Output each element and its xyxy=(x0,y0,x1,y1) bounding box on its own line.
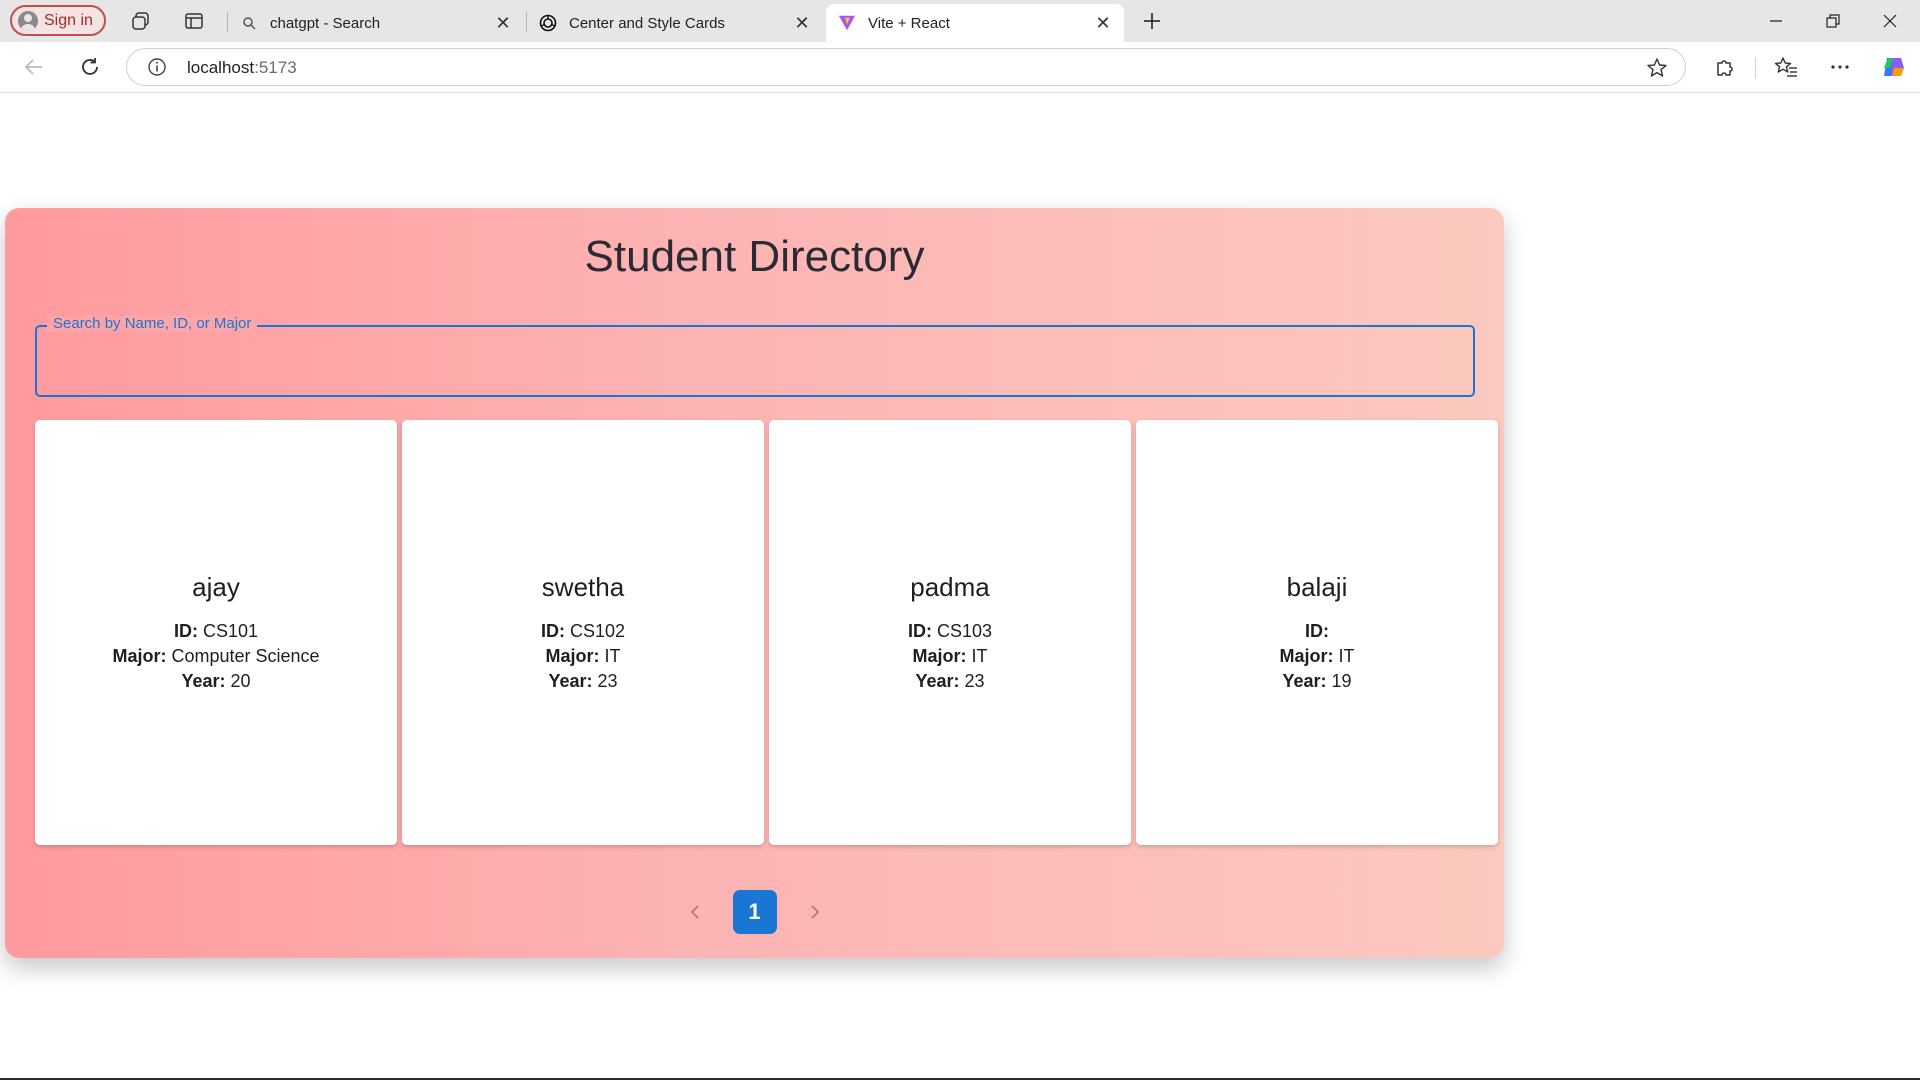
student-year-row: Year: 20 xyxy=(181,669,250,694)
id-label: ID: xyxy=(907,620,932,641)
year-label: Year: xyxy=(1282,670,1327,691)
year-label: Year: xyxy=(181,670,226,691)
student-major-row: Major: Computer Science xyxy=(112,644,319,669)
openai-favicon-icon xyxy=(539,14,557,32)
tab-chatgpt-search[interactable]: chatgpt - Search ✕ xyxy=(228,4,524,42)
student-year-row: Year: 23 xyxy=(915,669,984,694)
page-viewport: Student Directory Search by Name, ID, or… xyxy=(5,93,1915,1078)
copilot-icon[interactable] xyxy=(1880,53,1908,81)
student-year: 23 xyxy=(597,670,618,691)
close-tab-icon[interactable]: ✕ xyxy=(1094,13,1112,33)
tab-center-and-style-cards[interactable]: Center and Style Cards ✕ xyxy=(527,4,823,42)
student-major: IT xyxy=(971,645,988,666)
major-label: Major: xyxy=(1279,645,1334,666)
student-directory-panel: Student Directory Search by Name, ID, or… xyxy=(5,208,1504,958)
student-id-row: ID: CS102 xyxy=(541,619,625,644)
id-label: ID: xyxy=(540,620,565,641)
page-button-current[interactable]: 1 xyxy=(732,890,777,934)
student-year-row: Year: 23 xyxy=(548,669,617,694)
minimize-icon[interactable] xyxy=(1762,8,1790,34)
student-id-row: ID: CS101 xyxy=(174,619,258,644)
student-major: IT xyxy=(604,645,621,666)
browser-toolbar: localhost:5173 xyxy=(0,42,1920,93)
student-id-row: ID: CS103 xyxy=(908,619,992,644)
student-year: 19 xyxy=(1331,670,1352,691)
tab-title: Center and Style Cards xyxy=(569,14,725,32)
student-year: 23 xyxy=(964,670,985,691)
profile-avatar-icon xyxy=(18,10,38,31)
close-window-icon[interactable] xyxy=(1876,8,1904,34)
address-url: localhost:5173 xyxy=(187,58,297,78)
close-tab-icon[interactable]: ✕ xyxy=(494,13,512,33)
student-major-row: Major: IT xyxy=(545,644,620,669)
student-card: balaji ID: Major: IT Year: 19 xyxy=(1136,420,1498,845)
student-id: CS103 xyxy=(936,620,993,641)
search-input[interactable] xyxy=(37,327,1473,395)
url-host: localhost xyxy=(187,58,255,77)
year-label: Year: xyxy=(915,670,960,691)
student-year: 20 xyxy=(230,670,251,691)
workspaces-icon[interactable] xyxy=(129,9,153,33)
student-id: CS102 xyxy=(569,620,626,641)
student-card: swetha ID: CS102 Major: IT Year: 23 xyxy=(402,420,764,845)
major-label: Major: xyxy=(545,645,600,666)
student-major-row: Major: IT xyxy=(1279,644,1354,669)
student-id: CS101 xyxy=(202,620,259,641)
sign-in-button[interactable]: Sign in xyxy=(10,5,106,36)
next-page-icon[interactable] xyxy=(805,902,825,922)
page-title: Student Directory xyxy=(584,232,925,281)
pagination: 1 xyxy=(5,890,1504,934)
address-bar[interactable]: localhost:5173 xyxy=(126,48,1686,86)
student-year-row: Year: 19 xyxy=(1282,669,1351,694)
vertical-tabs-icon[interactable] xyxy=(182,9,206,33)
url-port: :5173 xyxy=(254,58,297,77)
refresh-icon[interactable] xyxy=(76,53,104,81)
more-menu-icon[interactable] xyxy=(1826,53,1854,81)
favorites-icon[interactable] xyxy=(1772,53,1800,81)
id-label: ID: xyxy=(173,620,198,641)
close-tab-icon[interactable]: ✕ xyxy=(793,13,811,33)
toolbar-divider xyxy=(1755,58,1756,78)
student-major: Computer Science xyxy=(171,645,320,666)
restore-icon[interactable] xyxy=(1819,8,1847,34)
student-name: balaji xyxy=(1286,571,1348,602)
student-name: swetha xyxy=(541,571,625,602)
favorite-star-icon[interactable] xyxy=(1645,56,1669,80)
student-card: ajay ID: CS101 Major: Computer Science Y… xyxy=(35,420,397,845)
vite-favicon-icon xyxy=(838,14,856,32)
tab-vite-react[interactable]: Vite + React ✕ xyxy=(826,4,1124,42)
previous-page-icon[interactable] xyxy=(685,902,705,922)
tab-title: Vite + React xyxy=(868,14,950,32)
year-label: Year: xyxy=(548,670,593,691)
sign-in-label: Sign in xyxy=(44,11,93,29)
student-name: padma xyxy=(910,571,990,602)
id-label: ID: xyxy=(1305,620,1329,641)
tab-strip: Sign in chatgpt - Search ✕ Center and St… xyxy=(0,0,1920,42)
student-cards: ajay ID: CS101 Major: Computer Science Y… xyxy=(35,420,1501,845)
search-field[interactable]: Search by Name, ID, or Major xyxy=(35,315,1475,397)
major-label: Major: xyxy=(912,645,967,666)
new-tab-icon[interactable] xyxy=(1140,9,1164,33)
site-info-icon[interactable] xyxy=(147,57,167,77)
student-id-row: ID: xyxy=(1305,619,1329,644)
extensions-icon[interactable] xyxy=(1710,53,1738,81)
major-label: Major: xyxy=(112,645,167,666)
student-major-row: Major: IT xyxy=(912,644,987,669)
student-name: ajay xyxy=(192,571,240,602)
back-icon[interactable] xyxy=(20,53,48,81)
search-favicon-icon xyxy=(240,14,258,32)
student-card: padma ID: CS103 Major: IT Year: 23 xyxy=(769,420,1131,845)
student-major: IT xyxy=(1338,645,1355,666)
tab-title: chatgpt - Search xyxy=(270,14,381,32)
